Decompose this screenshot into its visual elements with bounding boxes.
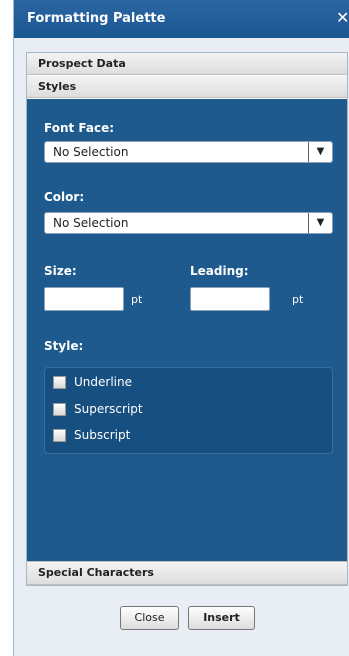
title-bar: Formatting Palette ✕ <box>14 0 349 38</box>
color-label: Color: <box>44 190 85 204</box>
accordion-panel: Prospect Data Styles Font Face: No Selec… <box>26 52 348 586</box>
font-face-select[interactable]: No Selection ▼ <box>44 141 333 163</box>
accordion-special-characters[interactable]: Special Characters <box>27 561 347 585</box>
size-unit: pt <box>131 293 143 306</box>
superscript-label: Superscript <box>74 402 143 416</box>
color-value: No Selection <box>53 216 129 230</box>
chevron-down-icon[interactable]: ▼ <box>308 142 332 162</box>
leading-input[interactable] <box>190 287 270 311</box>
accordion-prospect-data[interactable]: Prospect Data <box>27 53 347 75</box>
subscript-checkbox[interactable] <box>53 429 66 442</box>
size-input[interactable] <box>44 287 124 311</box>
font-face-label: Font Face: <box>44 121 115 135</box>
formatting-palette-window: Formatting Palette ✕ Prospect Data Style… <box>13 0 349 656</box>
font-face-value: No Selection <box>53 145 129 159</box>
window-title: Formatting Palette <box>27 11 166 26</box>
subscript-label: Subscript <box>74 428 131 442</box>
accordion-styles[interactable]: Styles <box>27 76 347 98</box>
leading-unit: pt <box>292 293 304 306</box>
close-button[interactable]: Close <box>120 606 179 630</box>
superscript-checkbox[interactable] <box>53 403 66 416</box>
underline-label: Underline <box>74 375 132 389</box>
style-options-box: Underline Superscript Subscript <box>44 367 333 454</box>
styles-section: Font Face: No Selection ▼ Color: No Sele… <box>27 99 347 561</box>
underline-checkbox[interactable] <box>53 376 66 389</box>
leading-label: Leading: <box>190 264 249 278</box>
chevron-down-icon[interactable]: ▼ <box>308 213 332 233</box>
insert-button[interactable]: Insert <box>188 606 255 630</box>
color-select[interactable]: No Selection ▼ <box>44 212 333 234</box>
close-icon[interactable]: ✕ <box>336 9 349 27</box>
size-label: Size: <box>44 264 77 278</box>
style-label: Style: <box>44 339 84 353</box>
